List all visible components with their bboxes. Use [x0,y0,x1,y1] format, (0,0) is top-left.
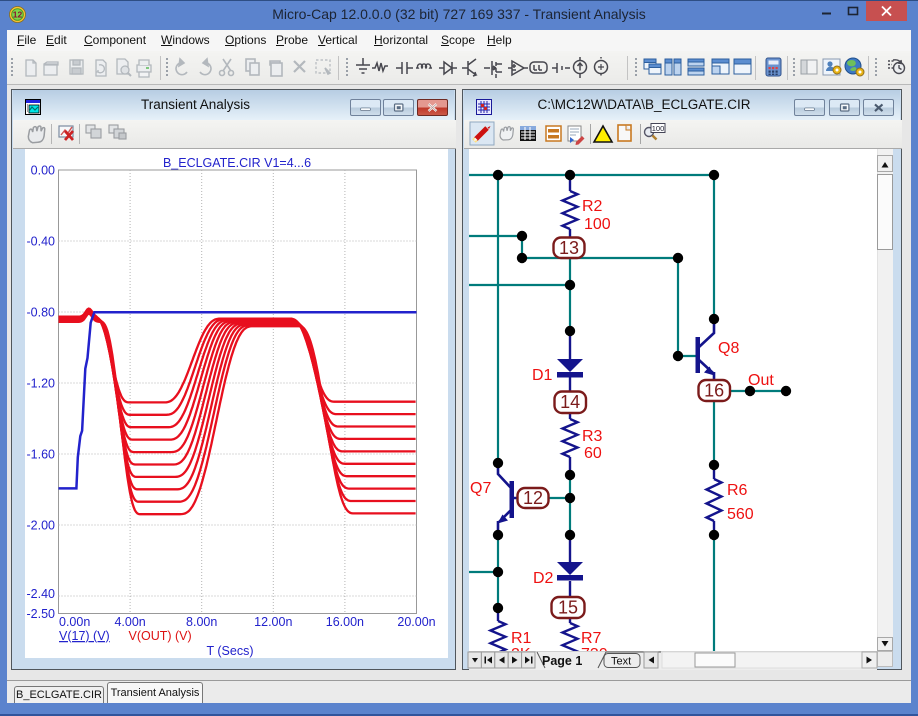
svg-text:-0.80: -0.80 [27,306,56,320]
svg-text:-0.40: -0.40 [27,235,56,249]
svg-text:0.00n: 0.00n [59,615,90,629]
svg-text:-1.60: -1.60 [27,448,56,462]
svg-text:V(17) (V): V(17) (V) [59,629,110,643]
svg-text:-1.20: -1.20 [27,377,56,391]
svg-text:20.00n: 20.00n [397,615,435,629]
svg-text:0.00: 0.00 [31,164,55,178]
svg-text:-2.40: -2.40 [27,587,56,601]
svg-text:V(OUT) (V): V(OUT) (V) [129,629,192,643]
svg-text:12.00n: 12.00n [254,615,292,629]
svg-text:8.00n: 8.00n [186,615,217,629]
svg-text:-2.50: -2.50 [27,607,56,621]
svg-text:Text: Text [611,656,631,668]
svg-text:Page 1: Page 1 [542,654,582,668]
svg-text:B_ECLGATE.CIR V1=4...6: B_ECLGATE.CIR V1=4...6 [163,156,311,170]
svg-text:T (Secs): T (Secs) [207,644,254,658]
svg-text:-2.00: -2.00 [27,519,56,533]
svg-text:16.00n: 16.00n [326,615,364,629]
svg-text:4.00n: 4.00n [114,615,145,629]
